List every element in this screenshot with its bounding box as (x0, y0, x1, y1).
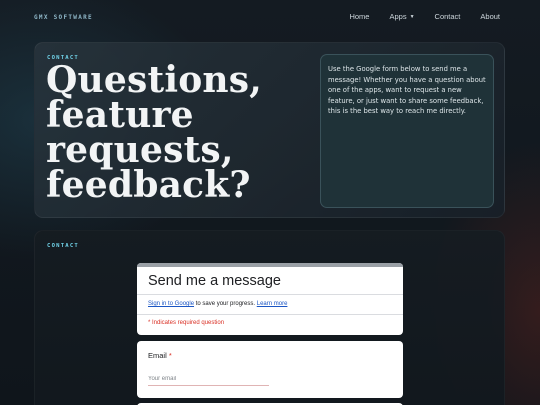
top-navigation: GMX SOFTWARE Home Apps ▼ Contact About (0, 0, 540, 36)
google-form-header: Send me a message Sign in to Google to s… (137, 263, 403, 335)
nav-link-apps[interactable]: Apps ▼ (389, 12, 414, 21)
signin-notice: Sign in to Google to save your progress.… (148, 301, 287, 307)
nav-link-home-label: Home (349, 12, 370, 21)
nav-links: Home Apps ▼ Contact About (329, 12, 500, 21)
nav-link-home[interactable]: Home (349, 12, 369, 21)
email-question-card: Email * (137, 341, 403, 398)
nav-link-contact-label: Contact (434, 12, 461, 21)
form-title: Send me a message (148, 273, 281, 289)
signin-link[interactable]: Sign in to Google (148, 301, 194, 307)
hero-card: CONTACT Questions, feature requests, fee… (34, 42, 505, 218)
page-title: Questions, feature requests, feedback? (46, 59, 262, 206)
email-label-text: Email (148, 351, 167, 360)
email-label: Email * (148, 351, 172, 360)
nav-link-about-label: About (480, 12, 500, 21)
brand-logo[interactable]: GMX SOFTWARE (34, 14, 93, 21)
form-top-bar (137, 263, 403, 267)
divider (137, 294, 403, 295)
required-star: * (168, 351, 172, 360)
email-field[interactable] (148, 373, 269, 386)
nav-link-contact[interactable]: Contact (435, 12, 461, 21)
intro-panel: Use the Google form below to send me a m… (320, 54, 494, 208)
nav-link-apps-label: Apps (389, 12, 407, 21)
signin-text: to save your progress. (194, 301, 257, 307)
contact-eyebrow: CONTACT (47, 243, 79, 249)
nav-link-about[interactable]: About (480, 12, 500, 21)
caret-down-icon: ▼ (409, 13, 415, 20)
learn-more-link[interactable]: Learn more (257, 301, 288, 307)
divider (137, 314, 403, 315)
required-note: * Indicates required question (148, 320, 225, 326)
